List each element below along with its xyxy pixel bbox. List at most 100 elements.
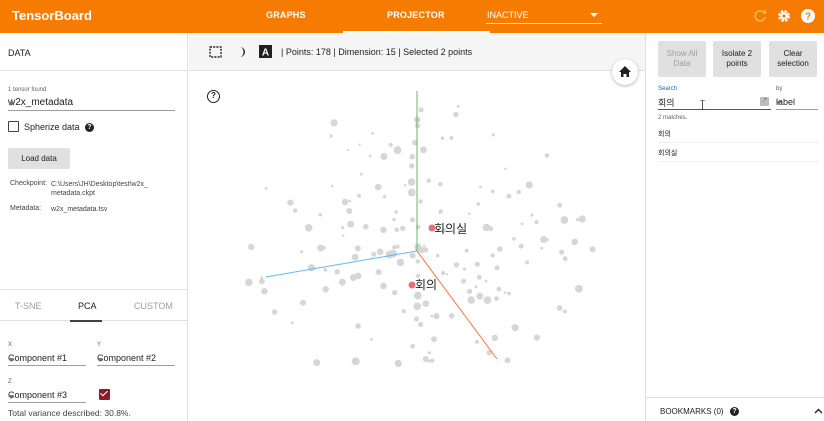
help-icon[interactable]: ? (85, 123, 94, 132)
data-point (525, 181, 533, 189)
tensor-select[interactable]: w2x_metadata (8, 95, 175, 111)
data-point (433, 313, 440, 320)
data-point (376, 248, 384, 256)
data-point (559, 249, 565, 255)
selected-point-label: 회의실 (434, 222, 467, 236)
data-point (415, 123, 421, 129)
bookmarks-title: BOOKMARKS (0) (660, 407, 724, 416)
checkpoint-path-line1: C:\Users\JH\Desktop\test\w2x_ (51, 181, 148, 188)
list-item[interactable]: 회의 (658, 124, 818, 143)
tab-projector[interactable]: PROJECTOR (343, 10, 490, 33)
help-icon[interactable]: ? (800, 8, 816, 24)
label-mode-icon[interactable]: A (259, 45, 272, 58)
search-input-value: 회의 (658, 98, 675, 108)
search-input[interactable]: 회의 (658, 94, 771, 110)
isolate-points-button[interactable]: Isolate 2 points (713, 41, 761, 77)
match-label: 회의 (658, 131, 671, 138)
inactive-plugins-dropdown[interactable]: INACTIVE (486, 6, 602, 24)
bookmarks-bar[interactable]: BOOKMARKS (0) ? (646, 397, 824, 421)
data-point (394, 210, 398, 214)
data-point (357, 193, 362, 198)
data-point (418, 107, 424, 113)
data-point (482, 223, 490, 232)
data-point (467, 288, 473, 294)
data-point (349, 274, 357, 281)
data-point (589, 246, 596, 253)
data-point (453, 262, 459, 268)
data-point (518, 243, 524, 249)
variance-text: Total variance described: 30.8%. (8, 408, 131, 418)
inspector-panel: Show All Data Isolate 2 points Clear sel… (645, 33, 824, 421)
x-component-select[interactable]: Component #1 (8, 352, 86, 366)
data-point (576, 217, 580, 222)
data-point (355, 323, 361, 329)
data-point (545, 238, 549, 242)
data-point (430, 358, 435, 363)
data-point (380, 226, 387, 233)
data-point (504, 357, 511, 364)
data-point (449, 313, 455, 319)
data-point (476, 292, 484, 300)
tensor-select-value: w2x_metadata (8, 97, 74, 108)
home-button[interactable] (612, 59, 638, 85)
data-point (371, 251, 377, 257)
data-point (483, 296, 492, 304)
data-point (392, 217, 396, 222)
projection-tabs: T-SNE PCA CUSTOM (0, 289, 188, 322)
refresh-icon[interactable] (752, 8, 768, 24)
chevron-down-icon (8, 102, 14, 106)
tab-pca[interactable]: PCA (78, 301, 97, 311)
data-point (571, 238, 578, 246)
tab-tsne[interactable]: T-SNE (15, 301, 42, 311)
data-point (292, 208, 298, 213)
data-point (290, 321, 294, 325)
clear-selection-button[interactable]: Clear selection (769, 41, 817, 77)
help-icon[interactable]: ? (730, 407, 739, 416)
data-point (474, 285, 478, 289)
data-point (557, 202, 563, 208)
list-item[interactable]: 회의실 (658, 143, 818, 162)
scatter-3d-canvas[interactable]: 회의실 회의 (189, 71, 645, 421)
chevron-up-icon[interactable] (814, 408, 823, 414)
data-point (341, 234, 345, 237)
tensor-found-label: 1 tensor found (8, 87, 47, 93)
data-point (271, 309, 278, 315)
y-component-select[interactable]: Component #2 (97, 352, 175, 366)
z-component-select[interactable]: Component #3 (8, 389, 86, 403)
data-point (556, 305, 563, 311)
active-tab-indicator (70, 320, 102, 322)
data-point (415, 259, 420, 264)
spherize-label: Spherize data (24, 122, 80, 132)
tab-graphs[interactable]: GRAPHS (266, 10, 306, 20)
regex-toggle[interactable]: .* (760, 97, 769, 106)
show-all-data-button[interactable]: Show All Data (658, 41, 706, 77)
night-mode-icon[interactable] (235, 46, 247, 58)
svg-text:A: A (262, 48, 269, 59)
help-icon[interactable]: ? (207, 90, 220, 103)
data-point (456, 104, 460, 108)
metadata-label: Metadata: (10, 205, 42, 212)
data-point (418, 199, 423, 204)
z-component-checkbox[interactable] (99, 389, 110, 400)
data-point (260, 276, 264, 280)
data-point (313, 359, 321, 367)
data-point (409, 154, 415, 160)
data-point (504, 167, 507, 170)
tab-custom[interactable]: CUSTOM (134, 301, 173, 311)
data-point (334, 269, 340, 275)
data-point (420, 146, 427, 154)
metadata-value: w2x_metadata.tsv (51, 206, 108, 213)
search-by-select[interactable]: label (776, 94, 818, 110)
data-point (533, 334, 540, 341)
points-status: | Points: 178 | Dimension: 15 | Selected… (281, 47, 473, 57)
data-point (368, 154, 372, 158)
home-icon (619, 66, 631, 77)
data-point (423, 244, 426, 248)
data-point (491, 133, 495, 137)
load-data-button[interactable]: Load data (8, 148, 70, 169)
data-point (520, 222, 524, 226)
select-mode-icon[interactable] (209, 46, 222, 58)
data-point (484, 279, 488, 283)
spherize-checkbox[interactable] (8, 121, 19, 132)
gear-icon[interactable] (776, 8, 792, 24)
